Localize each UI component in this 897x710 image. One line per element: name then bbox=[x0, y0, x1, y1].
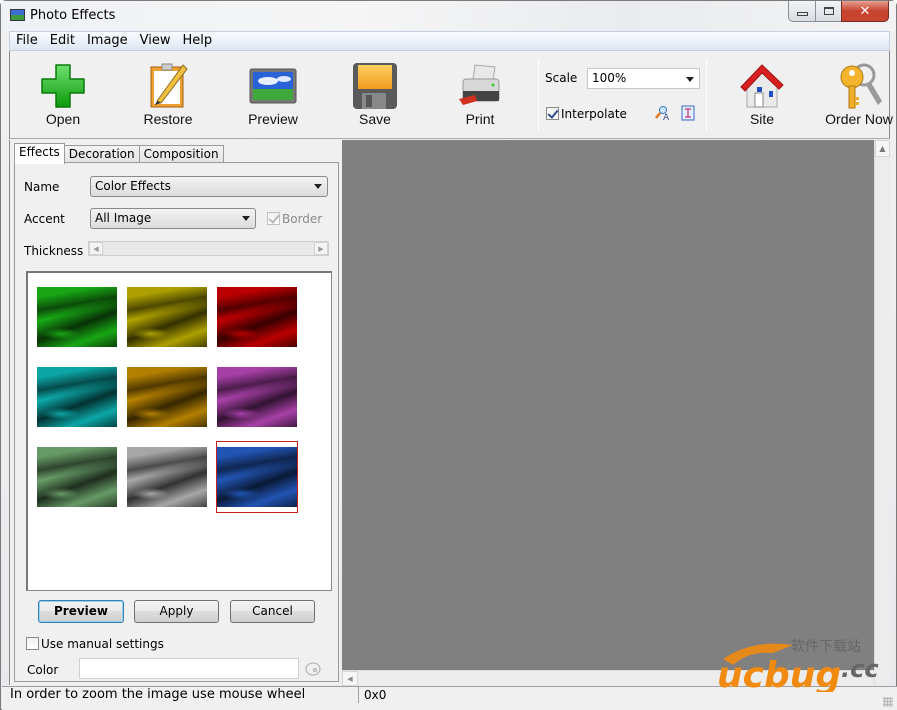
menu-file[interactable]: File bbox=[10, 32, 44, 50]
restore-label: Restore bbox=[143, 111, 193, 127]
color-picker-icon[interactable] bbox=[305, 662, 321, 676]
resize-grip-icon[interactable] bbox=[883, 697, 893, 707]
site-button[interactable]: Site bbox=[717, 59, 807, 131]
minimize-button[interactable] bbox=[788, 1, 816, 22]
scale-value: 100% bbox=[592, 71, 627, 85]
interpolate-label: Interpolate bbox=[561, 107, 627, 121]
effect-thumbnail-cyan[interactable] bbox=[37, 367, 117, 427]
floppy-disk-icon bbox=[353, 63, 397, 109]
chevron-down-icon bbox=[242, 216, 250, 221]
effect-name-dropdown[interactable]: Color Effects bbox=[90, 176, 328, 197]
menu-bar: File Edit Image View Help bbox=[9, 31, 890, 51]
vertical-scrollbar[interactable]: ▲ bbox=[874, 140, 890, 685]
toolbar: Open Restore Preview Save Print Scale 10… bbox=[9, 51, 893, 139]
maximize-icon bbox=[823, 7, 834, 15]
tab-effects[interactable]: Effects bbox=[14, 143, 65, 164]
scroll-left-icon[interactable]: ◀ bbox=[89, 242, 103, 255]
effect-thumbnail-blue[interactable] bbox=[217, 447, 297, 507]
status-hint: In order to zoom the image use mouse whe… bbox=[10, 687, 306, 702]
accent-value: All Image bbox=[95, 211, 152, 225]
image-canvas[interactable] bbox=[342, 140, 874, 670]
close-icon: ✕ bbox=[859, 3, 871, 19]
menu-view[interactable]: View bbox=[134, 32, 177, 50]
toolbar-separator bbox=[706, 59, 707, 131]
green-plus-icon bbox=[41, 64, 85, 108]
status-bar: In order to zoom the image use mouse whe… bbox=[2, 686, 897, 710]
menu-image[interactable]: Image bbox=[81, 32, 134, 50]
thickness-slider[interactable]: ◀ ▶ bbox=[88, 241, 329, 256]
preview-label: Preview bbox=[248, 111, 298, 127]
effect-thumbnail-green[interactable] bbox=[37, 287, 117, 347]
border-label: Border bbox=[282, 212, 323, 226]
panel-tabs: Effects Decoration Composition bbox=[14, 143, 224, 164]
scale-label: Scale bbox=[545, 71, 578, 85]
effect-thumbnail-magenta[interactable] bbox=[217, 367, 297, 427]
site-label: Site bbox=[749, 111, 775, 127]
print-label: Print bbox=[465, 111, 495, 127]
border-checkbox[interactable] bbox=[267, 212, 280, 225]
cancel-button[interactable]: Cancel bbox=[230, 600, 315, 623]
color-label: Color bbox=[27, 663, 59, 677]
scroll-right-icon[interactable]: ▶ bbox=[314, 242, 328, 255]
house-icon bbox=[740, 64, 784, 108]
effect-thumbnail-yellow[interactable] bbox=[127, 287, 207, 347]
order-now-label: Order Now bbox=[825, 111, 893, 127]
restore-button[interactable]: Restore bbox=[123, 59, 213, 131]
status-divider bbox=[358, 687, 359, 703]
effect-thumbnail-amber[interactable] bbox=[127, 367, 207, 427]
color-field[interactable] bbox=[79, 658, 299, 679]
accent-dropdown[interactable]: All Image bbox=[90, 208, 256, 229]
accent-label: Accent bbox=[24, 212, 65, 226]
effects-tab-page: Name Color Effects Accent All Image Bord… bbox=[14, 162, 339, 682]
effect-name-value: Color Effects bbox=[95, 179, 171, 193]
open-label: Open bbox=[45, 111, 81, 127]
manual-settings-label: Use manual settings bbox=[41, 637, 164, 651]
thickness-label: Thickness bbox=[24, 244, 84, 258]
clipboard-pencil-icon bbox=[150, 63, 188, 108]
preview-effect-button[interactable]: Preview bbox=[38, 600, 124, 623]
chevron-down-icon bbox=[314, 184, 322, 189]
toolbar-separator bbox=[538, 59, 539, 131]
menu-edit[interactable]: Edit bbox=[44, 32, 81, 50]
scroll-up-icon[interactable]: ▲ bbox=[875, 140, 890, 157]
save-label: Save bbox=[359, 111, 391, 127]
keys-icon bbox=[840, 63, 882, 109]
preview-button[interactable]: Preview bbox=[228, 59, 318, 131]
manual-settings-checkbox[interactable] bbox=[26, 637, 39, 650]
name-label: Name bbox=[24, 180, 60, 194]
printer-icon bbox=[459, 64, 500, 105]
zoom-text-icon[interactable]: A bbox=[654, 105, 670, 121]
scale-dropdown[interactable]: 100% bbox=[587, 68, 700, 89]
print-button[interactable]: Print bbox=[435, 59, 525, 131]
order-now-button[interactable]: Order Now bbox=[814, 59, 897, 131]
chevron-down-icon bbox=[686, 77, 694, 82]
horizontal-scrollbar[interactable]: ◀ bbox=[342, 670, 874, 686]
maximize-button[interactable] bbox=[815, 1, 842, 22]
window-title: Photo Effects bbox=[30, 8, 116, 23]
effect-thumbnail-red[interactable] bbox=[217, 287, 297, 347]
open-button[interactable]: Open bbox=[18, 59, 108, 131]
app-window: Photo Effects ✕ File Edit Image View Hel… bbox=[0, 0, 897, 710]
title-bar: Photo Effects ✕ bbox=[1, 1, 896, 31]
effects-panel: Effects Decoration Composition Name Colo… bbox=[9, 140, 341, 685]
interpolate-checkbox[interactable] bbox=[546, 107, 559, 120]
effect-thumbnail-pale-green[interactable] bbox=[37, 447, 117, 507]
apply-button[interactable]: Apply bbox=[134, 600, 219, 623]
menu-help[interactable]: Help bbox=[177, 32, 219, 50]
photo-icon bbox=[10, 9, 25, 21]
effect-thumbnail-gallery bbox=[26, 271, 332, 591]
image-size-readout: 0x0 bbox=[364, 688, 387, 702]
landscape-picture-icon bbox=[249, 68, 297, 104]
scroll-left-icon[interactable]: ◀ bbox=[342, 671, 358, 686]
fit-page-icon[interactable] bbox=[681, 105, 695, 121]
save-button[interactable]: Save bbox=[330, 59, 420, 131]
effect-thumbnail-grayscale[interactable] bbox=[127, 447, 207, 507]
close-button[interactable]: ✕ bbox=[841, 1, 889, 22]
minimize-icon bbox=[796, 12, 808, 16]
svg-text:A: A bbox=[663, 113, 670, 121]
